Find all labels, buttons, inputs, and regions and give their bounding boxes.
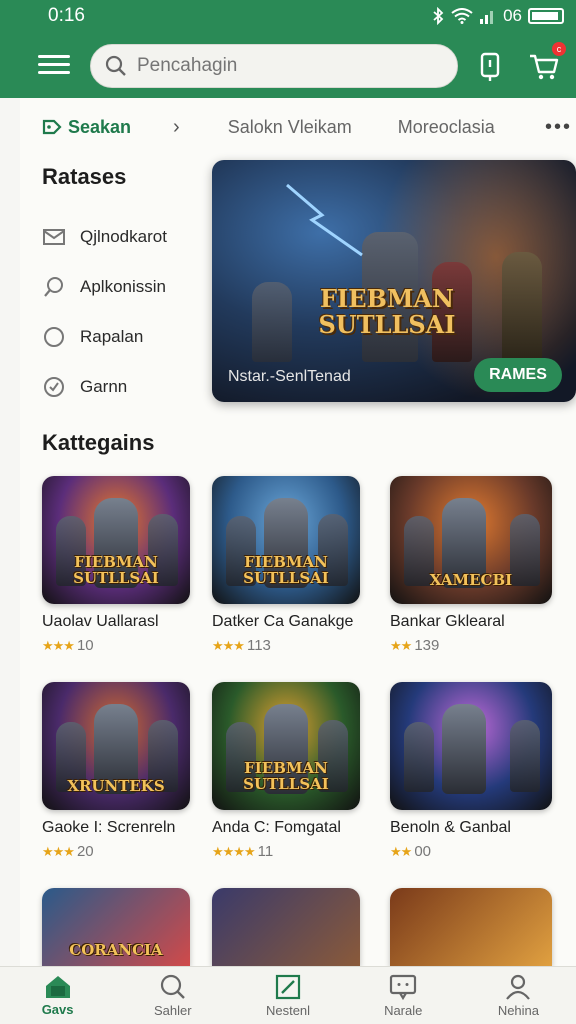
category-thumbnail: XAMECBI [390,476,552,604]
search-bar[interactable] [90,44,458,88]
category-card[interactable]: Benoln & Ganbal ★★ 00 [390,682,556,860]
star-icon: ★★★ [42,637,75,653]
star-icon: ★★★ [42,843,75,859]
tab-search[interactable]: Sahler [115,967,230,1024]
category-logo: CORANCIA [69,941,163,959]
wifi-icon [451,8,473,24]
category-rating: ★★★★ 11 [212,843,374,860]
message-icon [390,974,417,1001]
category-logo: XRUNTEKS [67,777,165,795]
tab-edit[interactable]: Nestenl [230,967,345,1024]
category-card[interactable]: XRUNTEKS Gaoke I: Screnreln ★★★ 20 [42,682,204,860]
category-rating: ★★★ 20 [42,843,204,860]
tab-games[interactable]: Gavs [0,967,115,1024]
scan-icon[interactable] [472,48,508,84]
tag-icon [42,119,62,135]
category-card-partial[interactable]: CORANCIA [42,888,204,966]
category-rating: ★★★ 113 [212,637,374,654]
category-thumbnail [212,888,360,966]
category-thumbnail: CORANCIA [42,888,190,966]
categories-title: Kattegains [42,430,155,455]
hero-banner[interactable]: FIEBMAN SUTLLSAI Nstar.-SenlTenad RAMES [212,160,576,402]
battery-percent: 06 [503,6,522,25]
mail-icon [43,229,65,245]
sidebar-item-3[interactable]: Rapalan [42,312,212,362]
search-input[interactable] [137,55,437,77]
hero-logo: FIEBMAN SUTLLSAI [318,284,456,339]
search-icon [105,55,126,76]
category-card[interactable]: FIEBMAN SUTLLSAI Anda C: Fomgatal ★★★★ 11 [212,682,374,860]
star-icon: ★★ [390,843,412,859]
category-thumbnail: XRUNTEKS [42,682,190,810]
category-card-partial[interactable] [212,888,374,966]
cart-icon[interactable]: c [526,42,566,84]
category-card[interactable]: XAMECBI Bankar Gklearal ★★ 139 [390,476,556,654]
category-thumbnail [390,682,552,810]
chevron-right-icon[interactable]: › [173,116,180,139]
lightning-effect [286,183,363,257]
breadcrumb-link-3[interactable]: Moreoclasia [398,117,495,138]
circle-icon [44,327,64,347]
more-icon[interactable]: ••• [545,116,572,139]
rating-count: 20 [76,843,94,860]
sidebar-list: Qjlnodkarot Aplkonissin Rapalan Garnn [42,212,212,412]
sidebar-title: Ratases [42,164,127,189]
rating-count: 00 [414,843,431,860]
sidebar-item-2[interactable]: Aplkonissin [42,262,212,312]
profile-icon [506,974,531,1000]
search-icon [160,974,185,999]
sidebar-item-1[interactable]: Qjlnodkarot [42,212,212,262]
category-thumbnail [390,888,552,966]
sidebar-item-4[interactable]: Garnn [42,362,212,412]
tab-messages[interactable]: Narale [346,967,461,1024]
bluetooth-icon [433,7,444,25]
category-name: Anda C: Fomgatal [212,819,341,836]
rating-count: 10 [76,637,94,654]
battery-icon [528,8,564,24]
breadcrumb-active[interactable]: Seakan [42,117,131,138]
category-rating: ★★ 139 [390,637,556,654]
category-thumbnail: FIEBMAN SUTLLSAI [42,476,190,604]
category-name: Benoln & Ganbal [390,819,511,836]
check-circle-icon [44,377,64,397]
app-header: 0:16 06 c [0,0,576,98]
category-rating: ★★ 00 [390,843,556,860]
content-sheet: Seakan › Salokn Vleikam Moreoclasia ••• … [20,98,576,968]
category-logo: XAMECBI [429,571,513,589]
category-name: Uaolav Uallarasl [42,613,159,630]
rating-count: 139 [414,637,440,654]
category-card[interactable]: FIEBMAN SUTLLSAI Datker Ca Ganakge ★★★ 113 [212,476,374,654]
tab-profile[interactable]: Nehina [461,967,576,1024]
star-icon: ★★★ [212,637,245,653]
category-card[interactable]: FIEBMAN SUTLLSAI Uaolav Uallarasl ★★★ 10 [42,476,204,654]
category-rating: ★★★ 10 [42,637,204,654]
hero-cta-button[interactable]: RAMES [474,358,562,392]
rating-count: 113 [246,637,271,654]
cart-badge: c [552,42,566,56]
status-bar: 0:16 06 [0,0,576,32]
breadcrumb: Seakan › Salokn Vleikam Moreoclasia ••• [42,112,572,142]
category-name: Bankar Gklearal [390,613,505,630]
category-thumbnail: FIEBMAN SUTLLSAI [212,682,360,810]
edit-icon [275,974,301,1000]
category-name: Gaoke I: Screnreln [42,819,176,836]
hero-caption: Nstar.-SenlTenad [228,368,351,385]
bottom-nav: Gavs Sahler Nestenl Narale Nehina [0,966,576,1024]
breadcrumb-link-2[interactable]: Salokn Vleikam [228,117,352,138]
menu-icon[interactable] [38,50,70,80]
category-logo: FIEBMAN SUTLLSAI [243,759,329,793]
category-name: Datker Ca Ganakge [212,613,354,630]
category-logo: FIEBMAN SUTLLSAI [243,553,329,587]
home-icon [45,976,70,998]
category-logo: FIEBMAN SUTLLSAI [73,553,159,587]
category-card-partial[interactable] [390,888,552,966]
star-icon: ★★★★ [212,843,256,859]
rating-count: 11 [257,843,274,860]
search-icon [44,277,63,297]
status-time: 0:16 [48,5,85,26]
star-icon: ★★ [390,637,412,653]
category-thumbnail: FIEBMAN SUTLLSAI [212,476,360,604]
signal-icon [480,11,494,24]
